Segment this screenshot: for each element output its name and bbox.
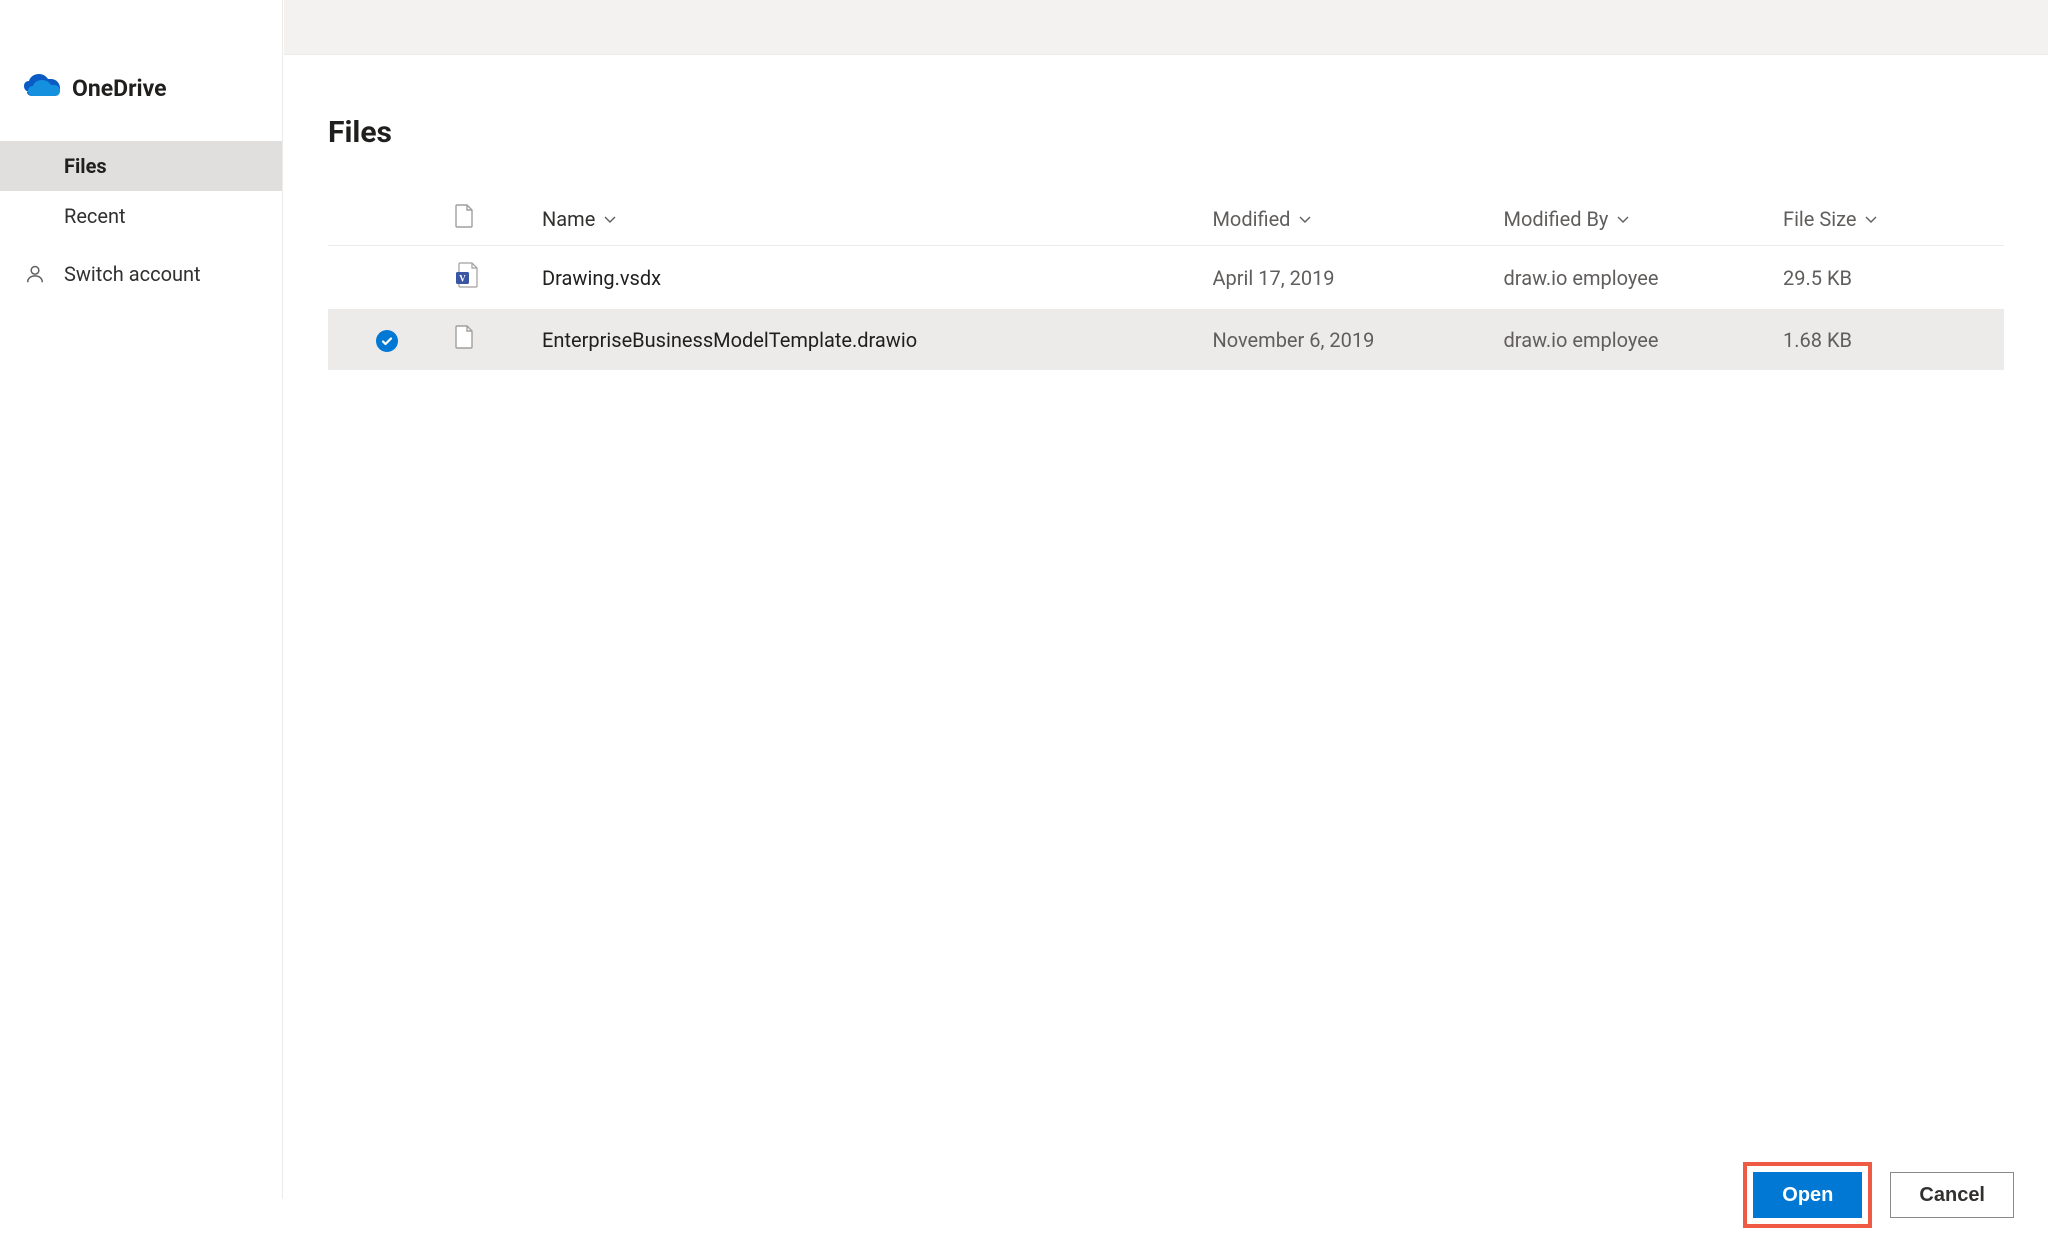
file-modified: November 6, 2019 bbox=[1204, 309, 1495, 370]
content-area: Files bbox=[284, 55, 2048, 1254]
checkmark-icon[interactable] bbox=[376, 330, 398, 352]
sidebar-item-label: Recent bbox=[64, 204, 126, 228]
file-size: 1.68 KB bbox=[1775, 309, 2004, 370]
visio-file-icon: V bbox=[454, 269, 478, 293]
file-icon bbox=[454, 209, 474, 233]
column-file-size[interactable]: File Size bbox=[1775, 194, 2004, 246]
onedrive-cloud-icon bbox=[24, 74, 60, 103]
file-modified-by: draw.io employee bbox=[1496, 309, 1775, 370]
brand-name: OneDrive bbox=[72, 75, 167, 102]
person-icon bbox=[22, 263, 48, 285]
table-row[interactable]: EnterpriseBusinessModelTemplate.drawio N… bbox=[328, 309, 2004, 370]
chevron-down-icon bbox=[1864, 207, 1878, 231]
file-name: Drawing.vsdx bbox=[534, 246, 1204, 310]
sidebar: OneDrive Files Recent Switch account bbox=[0, 0, 283, 1199]
chevron-down-icon bbox=[603, 207, 617, 231]
chevron-down-icon bbox=[1616, 207, 1630, 231]
highlight-annotation: Open bbox=[1743, 1162, 1872, 1228]
file-table: Name Modified bbox=[328, 194, 2004, 370]
file-modified-by: draw.io employee bbox=[1496, 246, 1775, 310]
sidebar-item-label: Switch account bbox=[64, 262, 201, 286]
page-title: Files bbox=[328, 115, 2004, 150]
toolbar-placeholder bbox=[284, 0, 2048, 55]
file-name: EnterpriseBusinessModelTemplate.drawio bbox=[534, 309, 1204, 370]
generic-file-icon bbox=[454, 330, 474, 354]
file-size: 29.5 KB bbox=[1775, 246, 2004, 310]
dialog-footer: Open Cancel bbox=[1743, 1162, 2014, 1228]
chevron-down-icon bbox=[1298, 207, 1312, 231]
column-modified[interactable]: Modified bbox=[1204, 194, 1495, 246]
sidebar-item-recent[interactable]: Recent bbox=[0, 191, 282, 241]
column-file-type[interactable] bbox=[446, 194, 534, 246]
brand: OneDrive bbox=[0, 74, 282, 141]
cancel-button[interactable]: Cancel bbox=[1890, 1172, 2014, 1218]
file-modified: April 17, 2019 bbox=[1204, 246, 1495, 310]
column-name[interactable]: Name bbox=[534, 194, 1204, 246]
sidebar-item-files[interactable]: Files bbox=[0, 141, 282, 191]
column-modified-by[interactable]: Modified By bbox=[1496, 194, 1775, 246]
sidebar-item-switch-account[interactable]: Switch account bbox=[0, 249, 282, 299]
open-button[interactable]: Open bbox=[1753, 1172, 1862, 1218]
table-row[interactable]: V Drawing.vsdx April 17, 2019 draw.io em… bbox=[328, 246, 2004, 310]
svg-text:V: V bbox=[459, 274, 466, 284]
sidebar-item-label: Files bbox=[64, 154, 107, 178]
